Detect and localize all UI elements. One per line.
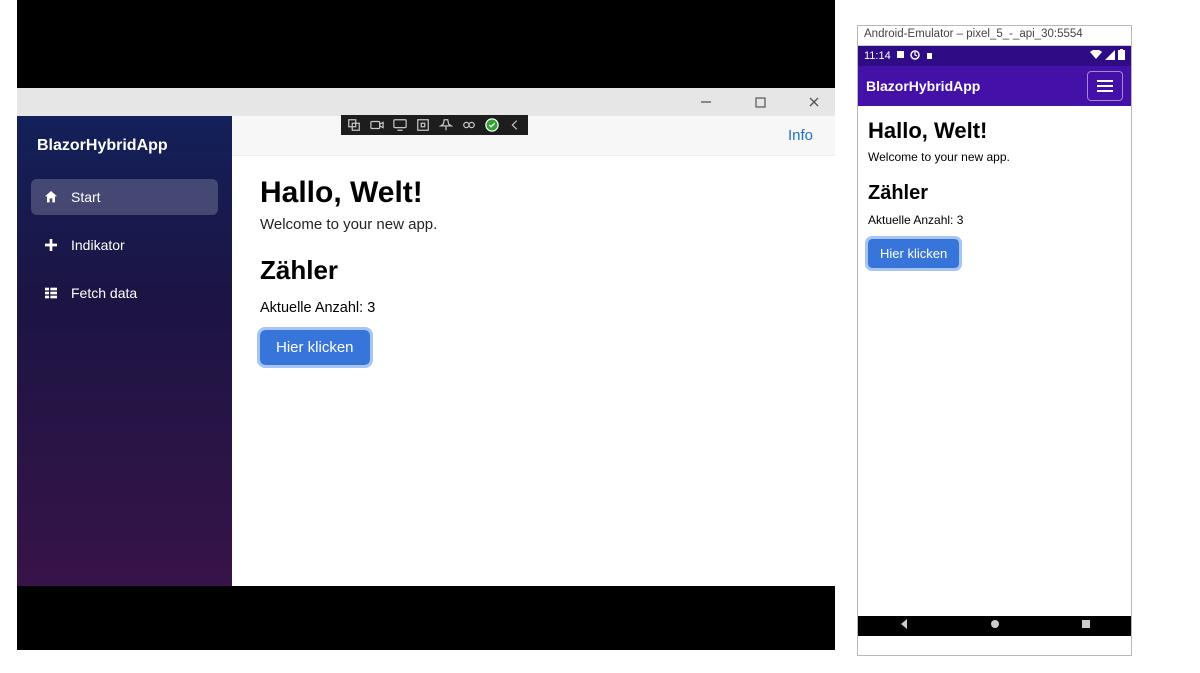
android-emulator-window: Android-Emulator – pixel_5_-_api_30:5554… — [857, 25, 1132, 656]
mobile-click-me-button[interactable]: Hier klicken — [868, 239, 959, 268]
status-circle-icon — [910, 50, 920, 63]
chevron-left-icon[interactable] — [508, 118, 522, 132]
counter-value: Aktuelle Anzahl: 3 — [260, 300, 807, 316]
wifi-icon — [1090, 50, 1102, 63]
window-maximize-button[interactable] — [745, 97, 775, 108]
page-subheading: Welcome to your new app. — [260, 216, 807, 233]
top-row: Info — [232, 116, 835, 156]
camera-icon[interactable] — [370, 118, 384, 132]
mobile-page-heading: Hallo, Welt! — [868, 118, 1121, 144]
page-content: Hallo, Welt! Welcome to your new app. Zä… — [232, 156, 835, 385]
android-recents-button[interactable] — [1080, 617, 1092, 635]
sidebar-item-label: Fetch data — [71, 285, 137, 301]
page-heading: Hallo, Welt! — [260, 176, 807, 210]
android-statusbar: 11:14 — [858, 46, 1131, 66]
click-me-button[interactable]: Hier klicken — [260, 330, 370, 365]
mobile-counter-heading: Zähler — [868, 182, 1121, 205]
home-icon — [43, 189, 59, 205]
mobile-counter-value: Aktuelle Anzahl: 3 — [868, 213, 1121, 227]
android-navbar — [858, 616, 1131, 636]
mobile-app-brand: BlazorHybridApp — [866, 78, 980, 94]
link-icon[interactable] — [462, 118, 476, 132]
signal-icon — [1105, 50, 1115, 63]
plus-icon — [43, 237, 59, 253]
status-square-icon — [896, 50, 905, 62]
sidebar: BlazorHybridApp Start Indikator — [17, 116, 232, 586]
app-body: BlazorHybridApp Start Indikator — [17, 116, 835, 586]
info-link[interactable]: Info — [788, 127, 813, 144]
hamburger-menu-button[interactable] — [1087, 71, 1123, 101]
window-minimize-button[interactable] — [691, 96, 721, 108]
battery-icon — [1118, 49, 1125, 63]
emulator-window-title: Android-Emulator – pixel_5_-_api_30:5554 — [858, 26, 1131, 46]
square-icon[interactable] — [416, 118, 430, 132]
android-back-button[interactable] — [898, 617, 910, 635]
counter-heading: Zähler — [260, 255, 807, 286]
main-area: Info Hallo, Welt! Welcome to your new ap… — [232, 116, 835, 586]
debug-toolbar[interactable] — [341, 115, 528, 135]
desktop-window: BlazorHybridApp Start Indikator — [17, 88, 835, 586]
process-icon[interactable] — [347, 118, 361, 132]
status-time: 11:14 — [864, 50, 891, 62]
mobile-appbar: BlazorHybridApp — [858, 66, 1131, 106]
check-circle-icon[interactable] — [485, 118, 499, 132]
app-brand: BlazorHybridApp — [17, 123, 232, 169]
desktop-letterbox: BlazorHybridApp Start Indikator — [17, 0, 835, 650]
pin-icon[interactable] — [439, 118, 453, 132]
list-icon — [43, 285, 59, 301]
status-debug-icon — [925, 50, 934, 63]
sidebar-item-indikator[interactable]: Indikator — [31, 227, 218, 263]
emulator-screen: 11:14 BlazorHybridApp Hallo, Welt! Welco… — [858, 46, 1131, 636]
sidebar-item-fetch-data[interactable]: Fetch data — [31, 275, 218, 311]
sidebar-nav: Start Indikator Fetch data — [17, 169, 232, 311]
sidebar-item-label: Start — [71, 189, 101, 205]
mobile-page-content: Hallo, Welt! Welcome to your new app. Zä… — [858, 106, 1131, 616]
window-titlebar — [17, 88, 835, 116]
mobile-page-subheading: Welcome to your new app. — [868, 150, 1121, 164]
android-home-button[interactable] — [989, 617, 1001, 635]
monitor-icon[interactable] — [393, 118, 407, 132]
sidebar-item-start[interactable]: Start — [31, 179, 218, 215]
window-close-button[interactable] — [799, 96, 829, 108]
sidebar-item-label: Indikator — [71, 237, 125, 253]
